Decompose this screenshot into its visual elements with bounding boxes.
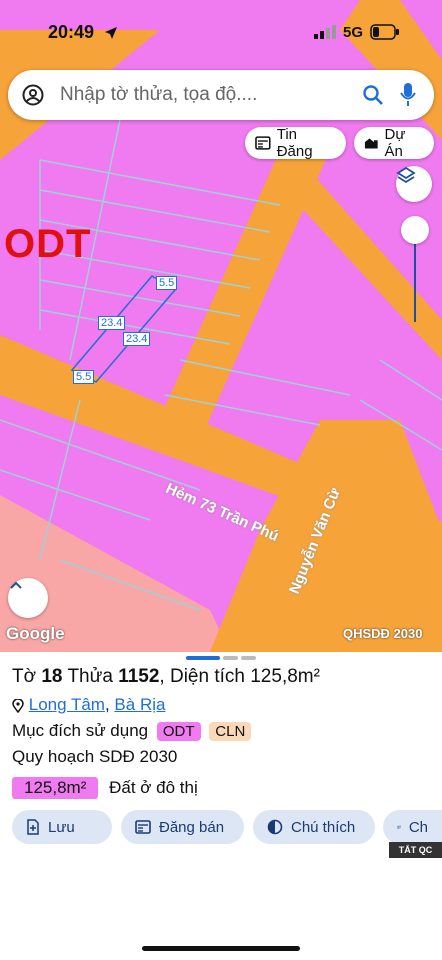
planning-desc: Đất ở đô thị <box>109 778 198 797</box>
plot-dim-bottom: 5.5 <box>73 370 95 384</box>
plot-number: 1152 <box>118 666 160 687</box>
projects-chip-label: Dự Án <box>384 126 406 160</box>
news-icon <box>255 136 271 150</box>
legend-button[interactable]: Chú thích <box>253 810 375 844</box>
location-district-link[interactable]: Bà Rịa <box>114 695 165 714</box>
title-prefix: Tờ <box>12 666 37 687</box>
account-icon[interactable] <box>22 84 44 106</box>
layers-icon <box>396 166 416 184</box>
plot-dim-right: 23.4 <box>123 332 151 346</box>
camera-add-icon <box>397 825 401 829</box>
usage-row: Mục đích sử dụng ODT CLN <box>12 721 252 741</box>
legend-button-label: Chú thích <box>291 818 356 836</box>
camera-button-label: Ch <box>408 818 428 836</box>
plot-prefix: Thửa <box>67 666 113 687</box>
save-button[interactable]: Lưu <box>12 810 112 844</box>
status-time: 20:49 <box>48 22 95 42</box>
plot-location: Long Tâm, Bà Rịa <box>12 695 165 715</box>
sheet-handle[interactable] <box>186 656 256 660</box>
planning-label: Quy hoạch SDĐ 2030 <box>12 747 178 766</box>
usage-label: Mục đích sử dụng <box>12 721 149 740</box>
zone-label: ODT <box>4 222 92 266</box>
listing-icon <box>135 820 151 834</box>
usage-badge-cln: CLN <box>209 722 252 741</box>
zoom-slider-track[interactable] <box>414 240 416 322</box>
building-icon <box>364 138 378 149</box>
contrast-icon <box>267 819 283 835</box>
search-bar[interactable]: Nhập tờ thửa, tọa độ.... <box>8 70 434 120</box>
search-icon[interactable] <box>362 84 384 106</box>
camera-button[interactable]: Ch <box>383 810 442 844</box>
search-input[interactable]: Nhập tờ thửa, tọa độ.... <box>60 84 257 106</box>
layers-button[interactable] <box>396 166 432 202</box>
microphone-icon[interactable] <box>400 82 416 108</box>
post-sale-button-label: Đăng bán <box>159 818 225 836</box>
post-sale-button[interactable]: Đăng bán <box>121 810 244 844</box>
location-arrow-icon <box>105 27 117 39</box>
plot-area: Diện tích 125,8m² <box>169 666 320 687</box>
location-ward-link[interactable]: Long Tâm <box>29 695 105 714</box>
projects-chip[interactable]: Dự Án <box>354 126 434 160</box>
planning-row: 125,8m² Đất ở đô thị <box>12 777 198 799</box>
zoom-slider-thumb[interactable] <box>401 216 429 244</box>
chevron-up-icon <box>10 581 22 589</box>
save-button-label: Lưu <box>48 818 75 836</box>
google-attribution: Google <box>6 624 65 643</box>
planning-area-badge: 125,8m² <box>12 777 99 799</box>
ads-off-button[interactable]: TẮT QC <box>389 842 442 858</box>
sheet-number: 18 <box>41 666 63 687</box>
news-chip[interactable]: Tin Đăng <box>245 126 346 160</box>
news-chip-label: Tin Đăng <box>276 126 313 160</box>
location-pin-icon <box>12 697 24 713</box>
battery-icon <box>370 24 399 40</box>
plot-dim-left: 23.4 <box>98 316 126 330</box>
usage-badge-odt: ODT <box>156 722 201 741</box>
layer-label: QHSDĐ 2030 <box>343 626 423 641</box>
signal-icon <box>314 25 336 39</box>
plot-title: Tờ 18 Thửa 1152, Diện tích 125,8m² <box>12 666 320 687</box>
status-bar: 20:49 5G <box>0 0 442 60</box>
home-indicator[interactable] <box>142 946 300 951</box>
bookmark-add-icon <box>27 819 39 835</box>
plot-dim-top: 5.5 <box>156 276 178 290</box>
network-type: 5G <box>343 24 364 41</box>
expand-up-button[interactable] <box>8 578 48 618</box>
